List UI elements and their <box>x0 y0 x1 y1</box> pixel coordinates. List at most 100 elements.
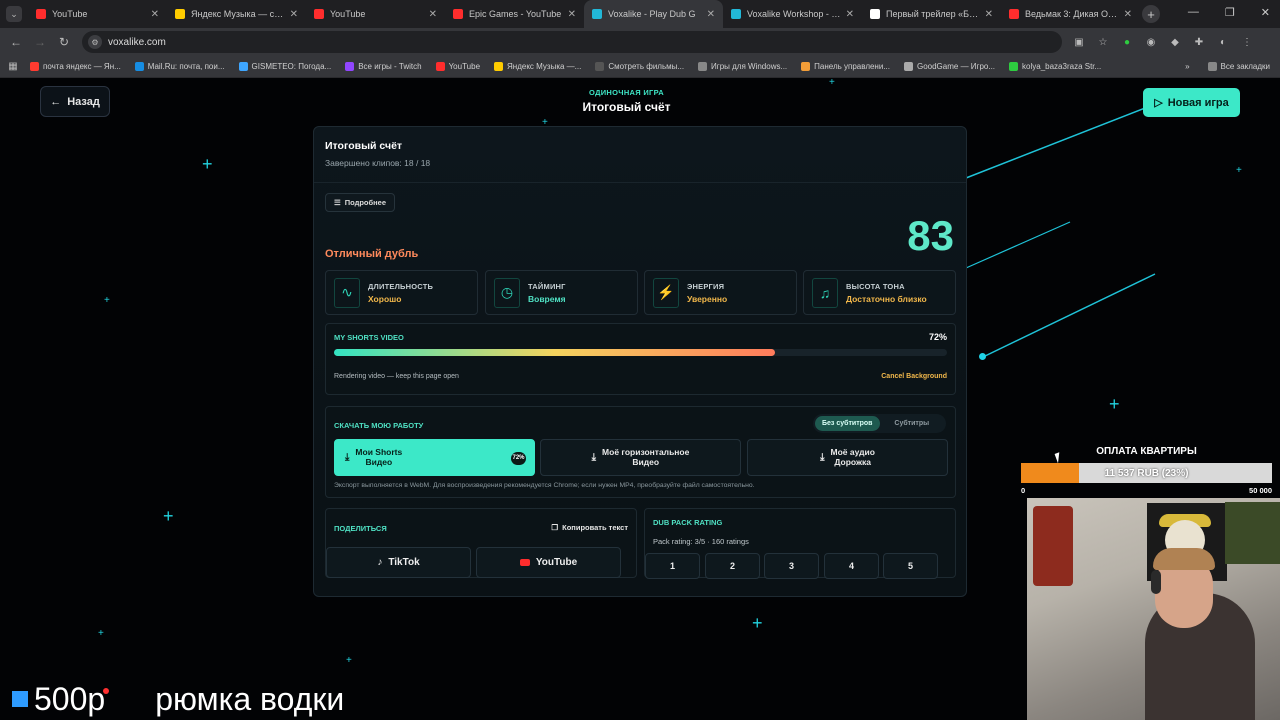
download-horizontal-button[interactable]: ⤓ Моё горизонтальное Видео <box>540 439 741 476</box>
render-percent: 72% <box>928 332 947 342</box>
bookmark-item[interactable]: GISMETEO: Погода... <box>238 62 331 71</box>
browser-tab[interactable]: Epic Games - YouTube ✕ <box>445 0 584 28</box>
cancel-background-button[interactable]: Cancel Background <box>881 373 947 380</box>
bookmark-favicon-icon <box>595 62 605 71</box>
apps-grid-icon[interactable]: ▦ <box>6 60 20 74</box>
all-bookmarks[interactable]: Все закладки <box>1207 62 1270 71</box>
toggle-subtitles[interactable]: Субтитры <box>880 416 945 431</box>
pitch-icon: ♫ <box>812 277 838 308</box>
site-info-icon[interactable]: ⚙ <box>88 35 102 49</box>
youtube-icon <box>519 559 530 566</box>
youtube-favicon-icon <box>36 9 46 19</box>
voxalike-favicon-icon <box>731 9 741 19</box>
new-tab-button[interactable]: + <box>1142 5 1160 23</box>
game-mode-label: ОДИНОЧНАЯ ИГРА <box>589 88 664 97</box>
youtube-favicon-icon <box>453 9 463 19</box>
forward-arrow-icon[interactable]: → <box>32 35 48 49</box>
close-tab-icon[interactable]: ✕ <box>1124 9 1132 20</box>
plants-image <box>1225 502 1280 564</box>
bookmark-favicon-icon <box>1009 62 1019 71</box>
bookmark-item[interactable]: почта яндекс — Ян... <box>30 62 121 71</box>
rating-button-1[interactable]: 1 <box>645 553 700 579</box>
rating-button-4[interactable]: 4 <box>824 553 879 579</box>
download-icon: ⤓ <box>591 452 597 463</box>
minimize-icon[interactable]: — <box>1188 6 1199 19</box>
close-tab-icon[interactable]: ✕ <box>429 9 437 20</box>
details-button[interactable]: ☰ Подробнее <box>325 193 395 212</box>
share-tiktok-button[interactable]: ♪ TikTok <box>326 547 471 578</box>
bookmark-favicon-icon <box>903 62 913 71</box>
page-title: Итоговый счёт <box>582 100 671 114</box>
grade-label: Отличный дубль <box>325 248 419 260</box>
tab-search-button[interactable]: ⌄ <box>6 6 22 22</box>
download-shorts-button[interactable]: ⤓ Мои Shorts Видео 72% <box>334 439 535 476</box>
back-arrow-icon[interactable]: ← <box>8 35 24 49</box>
browser-tab[interactable]: YouTube ✕ <box>28 0 167 28</box>
divider <box>314 182 966 183</box>
sparkle-icon: + <box>752 613 763 633</box>
close-tab-icon[interactable]: ✕ <box>151 9 159 20</box>
download-audio-button[interactable]: ⤓ Моё аудио Дорожка <box>747 439 948 476</box>
browser-tab[interactable]: Первый трейлер «Баллад✕ <box>862 0 1001 28</box>
bookmark-item[interactable]: YouTube <box>435 62 480 71</box>
browser-tab[interactable]: Voxalike Workshop - Page✕ <box>723 0 862 28</box>
new-game-button[interactable]: ▷ Новая игра <box>1143 88 1240 117</box>
browser-tab-active[interactable]: Voxalike - Play Dub G ✕ <box>584 0 723 28</box>
bookmark-item[interactable]: kolya_baza3raza Str... <box>1009 62 1101 71</box>
browser-tab-strip: ⌄ YouTube ✕ Яндекс Музыка — собир ✕ YouTub… <box>0 0 1280 28</box>
bookmark-favicon-icon <box>134 62 144 71</box>
wave-icon: ∿ <box>334 277 360 308</box>
browser-tab[interactable]: Ведьмак 3: Дикая Охота ✕ <box>1001 0 1140 28</box>
bookmark-item[interactable]: Панель управлени... <box>801 62 890 71</box>
bookmark-favicon-icon <box>345 62 355 71</box>
shorts-render-box: MY SHORTS VIDEO 72% Rendering video — ke… <box>325 323 956 395</box>
close-window-icon[interactable]: ✕ <box>1261 6 1270 19</box>
yandex-music-favicon-icon <box>175 9 185 19</box>
close-tab-icon[interactable]: ✕ <box>290 9 298 20</box>
profile-avatar-icon[interactable]: ◐ <box>1216 35 1230 49</box>
menu-kebab-icon[interactable]: ⋮ <box>1240 35 1254 49</box>
sparkle-icon: + <box>829 78 835 88</box>
windows-logo-icon <box>12 691 28 707</box>
timing-icon: ◷ <box>494 277 520 308</box>
webcam-background <box>1033 506 1073 586</box>
render-progress-fill <box>334 349 776 356</box>
restore-icon[interactable]: ❐ <box>1225 6 1235 19</box>
close-tab-icon[interactable]: ✕ <box>985 9 993 20</box>
page-favicon-icon <box>870 9 880 19</box>
bookmark-item[interactable]: Яндекс Музыка —... <box>494 62 581 71</box>
stat-card-timing: ◷ ТАЙМИНГ Вовремя <box>485 270 638 315</box>
extensions-puzzle-icon[interactable]: ✚ <box>1192 35 1206 49</box>
bookmark-star-icon[interactable]: ☆ <box>1096 35 1110 49</box>
extension-icon[interactable]: ● <box>1120 35 1134 49</box>
reload-icon[interactable]: ↻ <box>56 35 72 49</box>
bookmark-item[interactable]: Mail.Ru: почта, пои... <box>134 62 225 71</box>
bookmark-favicon-icon <box>494 62 504 71</box>
more-bookmarks-icon[interactable]: » <box>1185 62 1189 71</box>
energy-icon: ⚡ <box>653 277 679 308</box>
browser-tab[interactable]: Яндекс Музыка — собир ✕ <box>167 0 306 28</box>
extension-icon[interactable]: ◆ <box>1168 35 1182 49</box>
donation-progress-bar: 11 537 RUB (23%) <box>1021 463 1272 483</box>
close-tab-icon[interactable]: ✕ <box>846 9 854 20</box>
rating-button-3[interactable]: 3 <box>764 553 819 579</box>
browser-tab[interactable]: YouTube ✕ <box>306 0 445 28</box>
address-bar[interactable]: ⚙ voxalike.com <box>82 31 1062 53</box>
close-tab-icon[interactable]: ✕ <box>707 9 715 20</box>
rating-button-2[interactable]: 2 <box>705 553 760 579</box>
bookmark-favicon-icon <box>435 62 445 71</box>
bookmark-item[interactable]: GoodGame — Игро... <box>903 62 995 71</box>
close-tab-icon[interactable]: ✕ <box>568 9 576 20</box>
bookmark-item[interactable]: Игры для Windows... <box>698 62 787 71</box>
stat-card-energy: ⚡ ЭНЕРГИЯ Уверенно <box>644 270 797 315</box>
extension-icon[interactable]: ◉ <box>1144 35 1158 49</box>
copy-text-button[interactable]: ❐ Копировать текст <box>551 523 628 532</box>
share-youtube-button[interactable]: YouTube <box>476 547 621 578</box>
streamer-hair <box>1153 548 1215 570</box>
rating-button-5[interactable]: 5 <box>883 553 938 579</box>
cast-icon[interactable]: ▣ <box>1072 35 1086 49</box>
toggle-no-subtitles[interactable]: Без субтитров <box>815 416 880 431</box>
bookmark-item[interactable]: Все игры - Twitch <box>345 62 422 71</box>
sparkle-icon: + <box>163 506 174 526</box>
bookmark-item[interactable]: Смотреть фильмы... <box>595 62 684 71</box>
